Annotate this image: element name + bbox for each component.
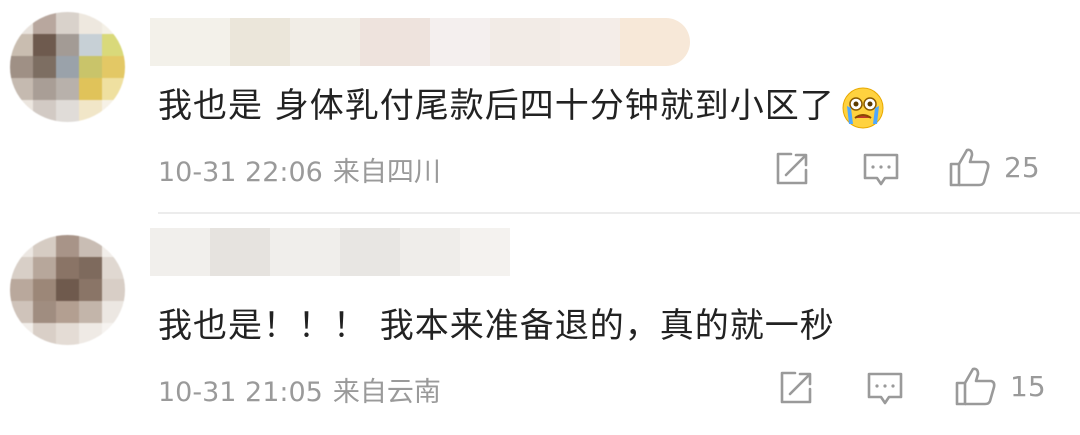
share-button[interactable] bbox=[776, 369, 814, 407]
like-button[interactable]: 25 bbox=[948, 146, 1040, 188]
comment-meta: 10-31 21:05 来自云南 bbox=[158, 370, 441, 409]
comment-text-body: 我也是 身体乳付尾款后四十分钟就到小区了 bbox=[158, 86, 835, 126]
comment-icon bbox=[863, 153, 899, 186]
like-count: 25 bbox=[1004, 150, 1040, 184]
comment-item: 我也是！！！ 我本来准备退的，真的就一秒 10-31 21:05 来自云南 15 bbox=[0, 213, 1080, 435]
comment-location: 来自四川 bbox=[332, 157, 441, 188]
username-blurred[interactable] bbox=[150, 228, 510, 276]
avatar[interactable] bbox=[10, 12, 125, 122]
comment-text: 我也是 身体乳付尾款后四十分钟就到小区了 bbox=[158, 78, 885, 130]
comment-icon bbox=[867, 372, 903, 405]
comment-text-body: 我也是！！！ 我本来准备退的，真的就一秒 bbox=[158, 306, 835, 346]
share-button[interactable] bbox=[772, 150, 810, 188]
share-icon bbox=[780, 371, 812, 404]
thumbs-up-icon bbox=[955, 367, 996, 406]
comment-time: 10-31 21:05 bbox=[158, 377, 323, 408]
comment-button[interactable] bbox=[862, 152, 900, 188]
comment-meta: 10-31 22:06 来自四川 bbox=[158, 150, 441, 189]
avatar[interactable] bbox=[10, 235, 125, 345]
thumbs-up-icon bbox=[949, 148, 990, 187]
comment-time: 10-31 22:06 bbox=[158, 157, 323, 188]
like-count: 15 bbox=[1010, 369, 1046, 403]
share-icon bbox=[776, 152, 808, 185]
comment-item: 我也是 身体乳付尾款后四十分钟就到小区了 10-31 22:06 来自四川 25 bbox=[0, 0, 1080, 212]
username-blurred[interactable] bbox=[150, 18, 690, 66]
crying-face-icon bbox=[841, 86, 885, 130]
comment-location: 来自云南 bbox=[332, 377, 441, 408]
comment-button[interactable] bbox=[866, 371, 904, 407]
comment-text: 我也是！！！ 我本来准备退的，真的就一秒 bbox=[158, 298, 835, 347]
like-button[interactable]: 15 bbox=[954, 365, 1046, 407]
